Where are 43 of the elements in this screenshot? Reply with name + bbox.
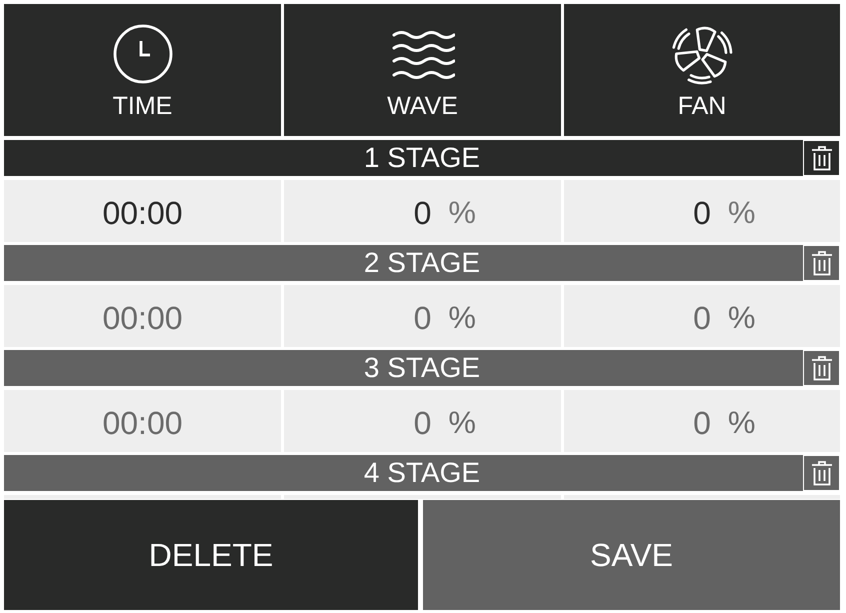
value-cell[interactable]: 0 % — [564, 180, 840, 242]
value-cell[interactable]: 00:00 — [4, 285, 281, 347]
stage-title: 2 STAGE — [364, 246, 480, 280]
unit-label: % — [728, 404, 756, 442]
value-text: 0 — [693, 194, 711, 233]
value-text: 0 — [414, 404, 432, 443]
value-cell[interactable]: 0 % — [564, 390, 840, 452]
save-button[interactable]: SAVE — [423, 500, 840, 610]
value-text: 0 — [693, 299, 711, 338]
value-text: 0 — [414, 299, 432, 338]
stage-title: 3 STAGE — [364, 351, 480, 385]
trash-icon — [810, 145, 832, 171]
unit-label: % — [728, 299, 756, 337]
delete-stage-button[interactable] — [803, 245, 840, 281]
value-cell[interactable]: 00:00 — [4, 180, 281, 242]
stage-title: 4 STAGE — [364, 456, 480, 490]
value-cell[interactable]: 0 % — [564, 285, 840, 347]
column-label: FAN — [678, 92, 726, 121]
stage-title: 1 STAGE — [364, 141, 480, 175]
column-label: WAVE — [387, 92, 458, 121]
value-cell[interactable]: 0 % — [284, 390, 561, 452]
trash-icon — [810, 250, 832, 276]
trash-icon — [810, 355, 832, 381]
column-label: TIME — [112, 92, 172, 121]
unit-label: % — [448, 194, 476, 232]
delete-stage-button[interactable] — [803, 455, 840, 491]
unit-label: % — [448, 404, 476, 442]
trash-icon — [810, 460, 832, 486]
stage-bar[interactable]: 3 STAGE — [4, 350, 840, 386]
unit-label: % — [448, 299, 476, 337]
value-text: 0 — [693, 404, 711, 443]
unit-label: % — [728, 194, 756, 232]
value-cell[interactable]: 0 % — [284, 180, 561, 242]
value-cell[interactable]: 00:00 — [4, 390, 281, 452]
stage-bar[interactable]: 2 STAGE — [4, 245, 840, 281]
stage-bar[interactable]: 1 STAGE — [4, 140, 840, 176]
delete-stage-button[interactable] — [803, 350, 840, 386]
delete-stage-button[interactable] — [803, 140, 840, 176]
delete-button[interactable]: DELETE — [4, 500, 418, 610]
value-cell[interactable]: 0 % — [284, 285, 561, 347]
value-text: 0 — [414, 194, 432, 233]
clock-icon — [112, 24, 172, 84]
stage-bar[interactable]: 4 STAGE — [4, 455, 840, 491]
